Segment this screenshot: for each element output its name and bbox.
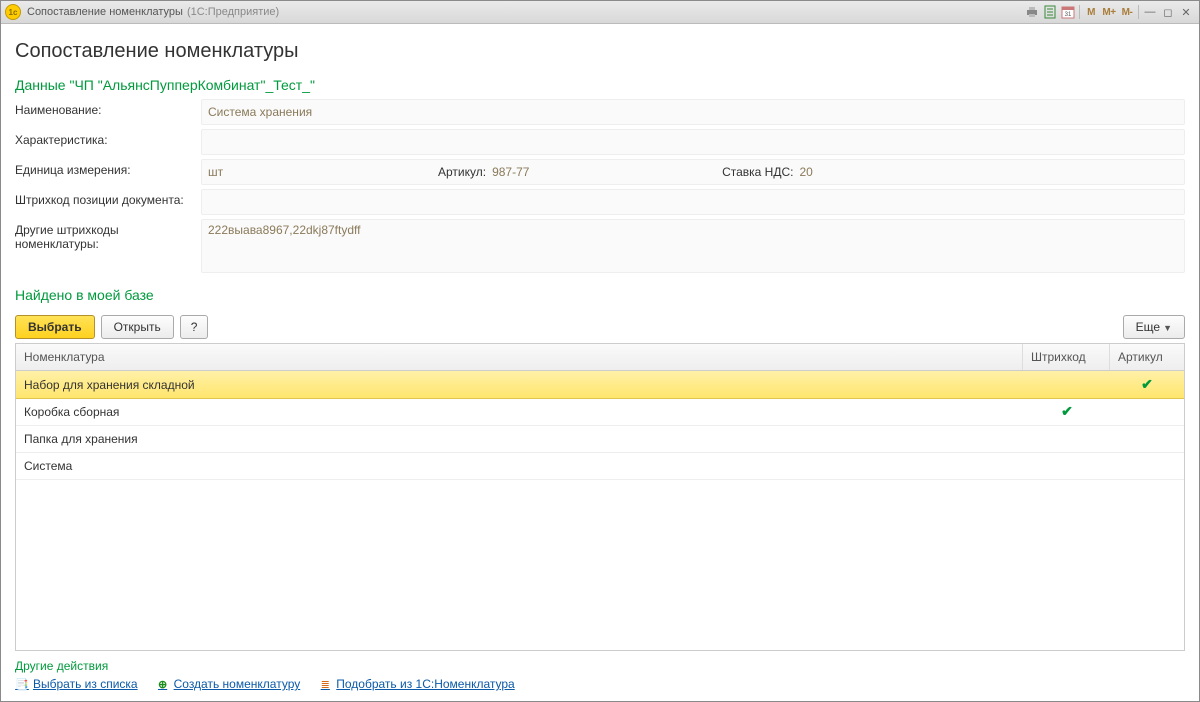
name-label: Наименование: xyxy=(15,99,201,117)
cell-name: Система xyxy=(16,454,1024,478)
cell-article xyxy=(1110,407,1184,417)
memory-mminus-button[interactable]: M- xyxy=(1118,3,1136,21)
characteristic-label: Характеристика: xyxy=(15,129,201,147)
results-table: Номенклатура Штрихкод Артикул Набор для … xyxy=(15,343,1185,651)
cell-barcode xyxy=(1024,461,1110,471)
calendar-icon[interactable]: 31 xyxy=(1060,4,1076,20)
list-arrow-icon: 📑 xyxy=(15,677,29,691)
col-barcode[interactable]: Штрихкод xyxy=(1023,344,1110,370)
print-icon[interactable] xyxy=(1024,4,1040,20)
name-value: Система хранения xyxy=(201,99,1185,125)
memory-m-button[interactable]: M xyxy=(1082,3,1100,21)
characteristic-value xyxy=(201,129,1185,155)
plus-icon: ⊕ xyxy=(156,677,170,691)
cell-article xyxy=(1110,461,1184,471)
svg-text:31: 31 xyxy=(1065,12,1072,18)
maximize-button[interactable]: ◻ xyxy=(1159,3,1177,21)
vat-value: 20 xyxy=(799,165,812,179)
vat-label: Ставка НДС: xyxy=(722,165,793,179)
window-subtitle: (1С:Предприятие) xyxy=(187,6,279,18)
list-icon: ≣ xyxy=(318,677,332,691)
minimize-button[interactable]: — xyxy=(1141,3,1159,21)
col-name[interactable]: Номенклатура xyxy=(16,344,1023,370)
chevron-down-icon: ▼ xyxy=(1163,323,1172,333)
titlebar: 1c Сопоставление номенклатуры (1С:Предпр… xyxy=(1,1,1199,24)
found-section-title: Найдено в моей базе xyxy=(15,287,1185,303)
pick-from-1c-link[interactable]: ≣Подобрать из 1С:Номенклатура xyxy=(318,677,515,691)
table-row[interactable]: Система xyxy=(16,453,1184,480)
doc-barcode-value xyxy=(201,189,1185,215)
col-article[interactable]: Артикул xyxy=(1110,344,1184,370)
close-button[interactable]: ✕ xyxy=(1177,3,1195,21)
article-value: 987-77 xyxy=(492,165,722,179)
cell-name: Коробка сборная xyxy=(16,400,1024,424)
table-row[interactable]: Коробка сборная ✔ xyxy=(16,398,1184,426)
more-button[interactable]: Еще▼ xyxy=(1123,315,1185,339)
article-label: Артикул: xyxy=(438,165,486,179)
select-button[interactable]: Выбрать xyxy=(15,315,95,339)
help-button[interactable]: ? xyxy=(180,315,209,339)
doc-barcode-label: Штрихкод позиции документа: xyxy=(15,189,201,207)
cell-article: ✔ xyxy=(1110,371,1184,398)
check-icon: ✔ xyxy=(1061,403,1073,419)
unit-article-vat-row: шт Артикул: 987-77 Ставка НДС: 20 xyxy=(201,159,1185,185)
open-button[interactable]: Открыть xyxy=(101,315,174,339)
check-icon: ✔ xyxy=(1141,376,1153,392)
cell-barcode: ✔ xyxy=(1024,398,1110,425)
app-icon: 1c xyxy=(5,4,21,20)
cell-barcode xyxy=(1024,380,1110,390)
footer-title: Другие действия xyxy=(15,659,1185,673)
cell-name: Набор для хранения складной xyxy=(16,373,1024,397)
unit-value: шт xyxy=(208,165,438,179)
other-barcodes-value: 222выава8967,22dkj87ftydff xyxy=(201,219,1185,273)
cell-article xyxy=(1110,434,1184,444)
calc-icon[interactable] xyxy=(1042,4,1058,20)
cell-barcode xyxy=(1024,434,1110,444)
cell-name: Папка для хранения xyxy=(16,427,1024,451)
memory-mplus-button[interactable]: M+ xyxy=(1100,3,1118,21)
create-item-link[interactable]: ⊕Создать номенклатуру xyxy=(156,677,301,691)
unit-label: Единица измерения: xyxy=(15,159,201,177)
other-barcodes-label: Другие штрихкоды номенклатуры: xyxy=(15,219,201,251)
source-section-title: Данные "ЧП "АльянсПупперКомбинат"_Тест_" xyxy=(15,77,1185,93)
page-title: Сопоставление номенклатуры xyxy=(15,40,1185,63)
table-row[interactable]: Набор для хранения складной ✔ xyxy=(16,371,1184,399)
table-row[interactable]: Папка для хранения xyxy=(16,426,1184,453)
pick-from-list-link[interactable]: 📑Выбрать из списка xyxy=(15,677,138,691)
window-title: Сопоставление номенклатуры xyxy=(27,6,183,18)
